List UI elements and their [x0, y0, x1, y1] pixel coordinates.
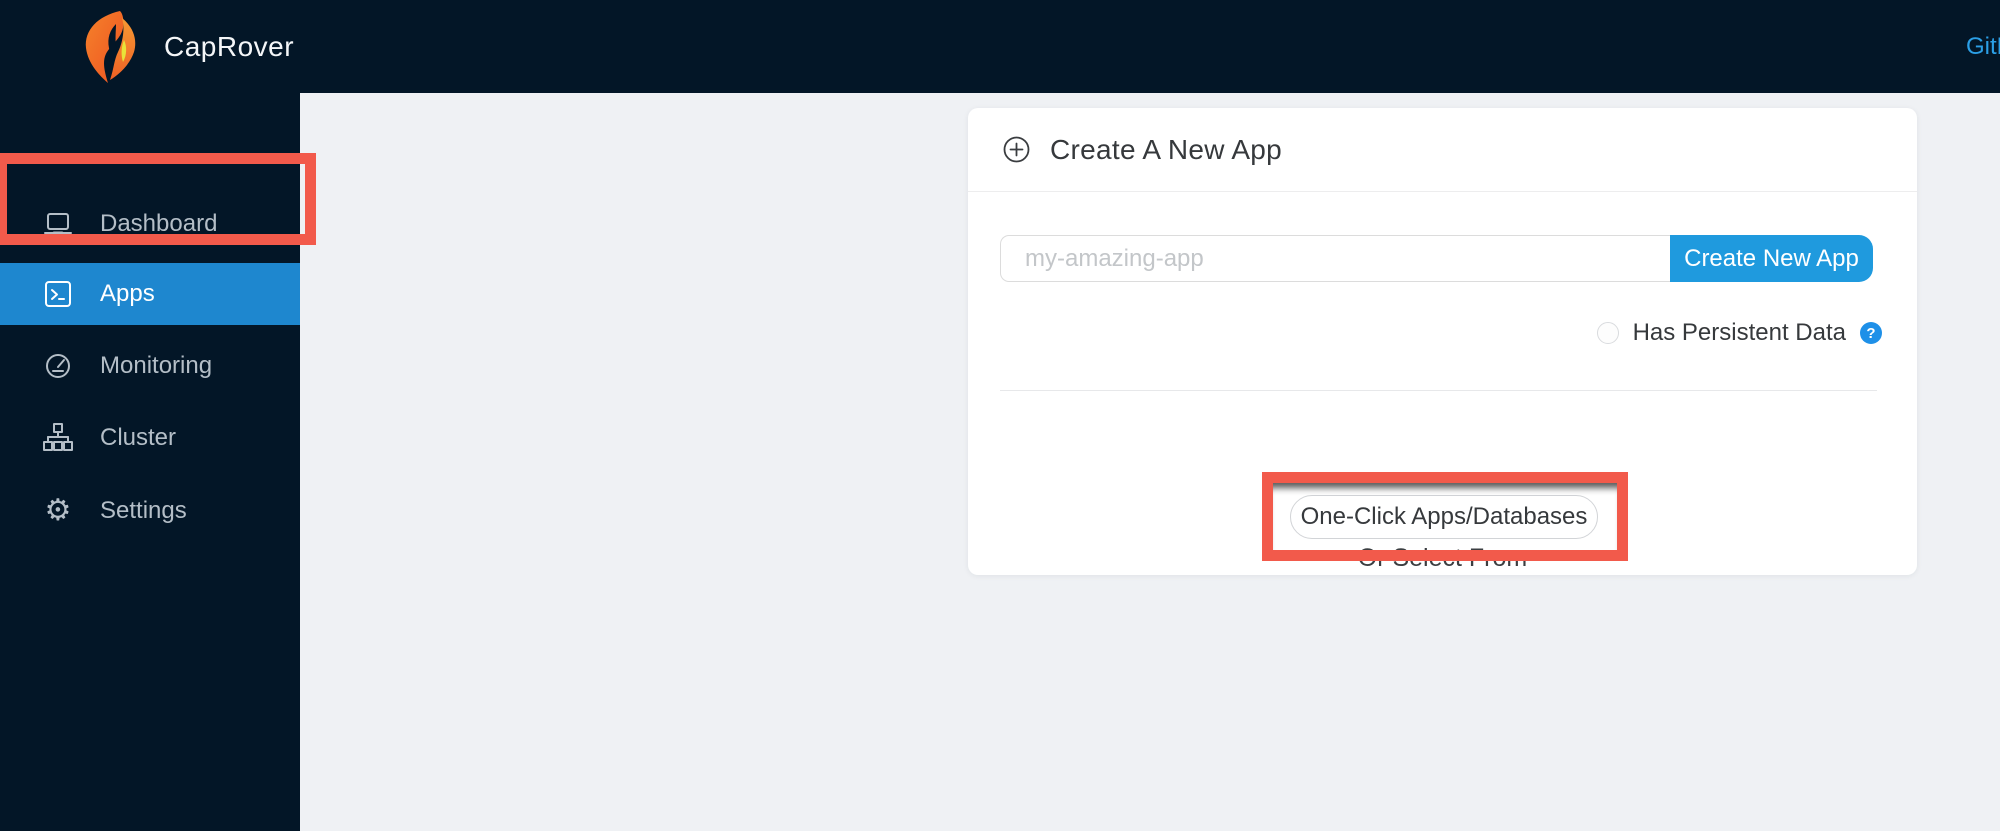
sidebar-item-label: Monitoring: [100, 352, 213, 379]
main-content: Create A New App Create New App Has Pers…: [300, 93, 2000, 831]
caprover-flame-logo: [85, 10, 136, 83]
has-persistent-data-label: Has Persistent Data: [1632, 319, 1846, 346]
sidebar-item-monitoring[interactable]: Monitoring: [0, 335, 300, 397]
cluster-icon: [42, 422, 74, 454]
card-title: Create A New App: [1050, 133, 1283, 165]
sidebar-item-cluster[interactable]: Cluster: [0, 407, 300, 469]
code-icon: [42, 278, 74, 310]
card-header: Create A New App: [968, 108, 1917, 192]
app-name-input[interactable]: [1000, 235, 1670, 282]
app-name-row: Create New App: [1000, 235, 1873, 282]
gauge-icon: [42, 350, 74, 382]
sidebar-item-dashboard[interactable]: Dashboard: [0, 193, 300, 255]
create-new-app-button[interactable]: Create New App: [1670, 235, 1873, 282]
top-navbar: CapRover GitHub: [0, 0, 2000, 93]
has-persistent-data-checkbox[interactable]: [1596, 322, 1619, 344]
brand-name: CapRover: [164, 30, 295, 62]
or-select-from-label: Or Select From: [1357, 544, 1528, 572]
divider: [1000, 390, 1877, 391]
persistent-data-row: Has Persistent Data ?: [1596, 319, 1882, 347]
sidebar-item-label: Settings: [100, 497, 187, 524]
question-circle-icon[interactable]: ?: [1860, 322, 1882, 344]
laptop-icon: [42, 208, 74, 240]
sidebar-item-label: Dashboard: [100, 210, 218, 237]
sidebar-item-label: Cluster: [100, 424, 177, 451]
sidebar-item-settings[interactable]: ⚙ Settings: [0, 480, 300, 542]
sidebar-item-apps[interactable]: Apps: [0, 263, 300, 325]
sidebar-item-label: Apps: [100, 280, 155, 307]
one-click-apps-databases-button[interactable]: One-Click Apps/Databases: [1290, 495, 1598, 539]
github-link[interactable]: GitHub: [1966, 0, 2000, 93]
sidebar: Dashboard Apps Monitoring Cluster ⚙ Sett…: [0, 93, 300, 831]
caprover-brand[interactable]: CapRover: [80, 0, 294, 93]
gear-icon: ⚙: [44, 493, 72, 528]
create-app-card: Create A New App Create New App Has Pers…: [968, 108, 1917, 575]
plus-circle-icon: [1003, 136, 1030, 163]
